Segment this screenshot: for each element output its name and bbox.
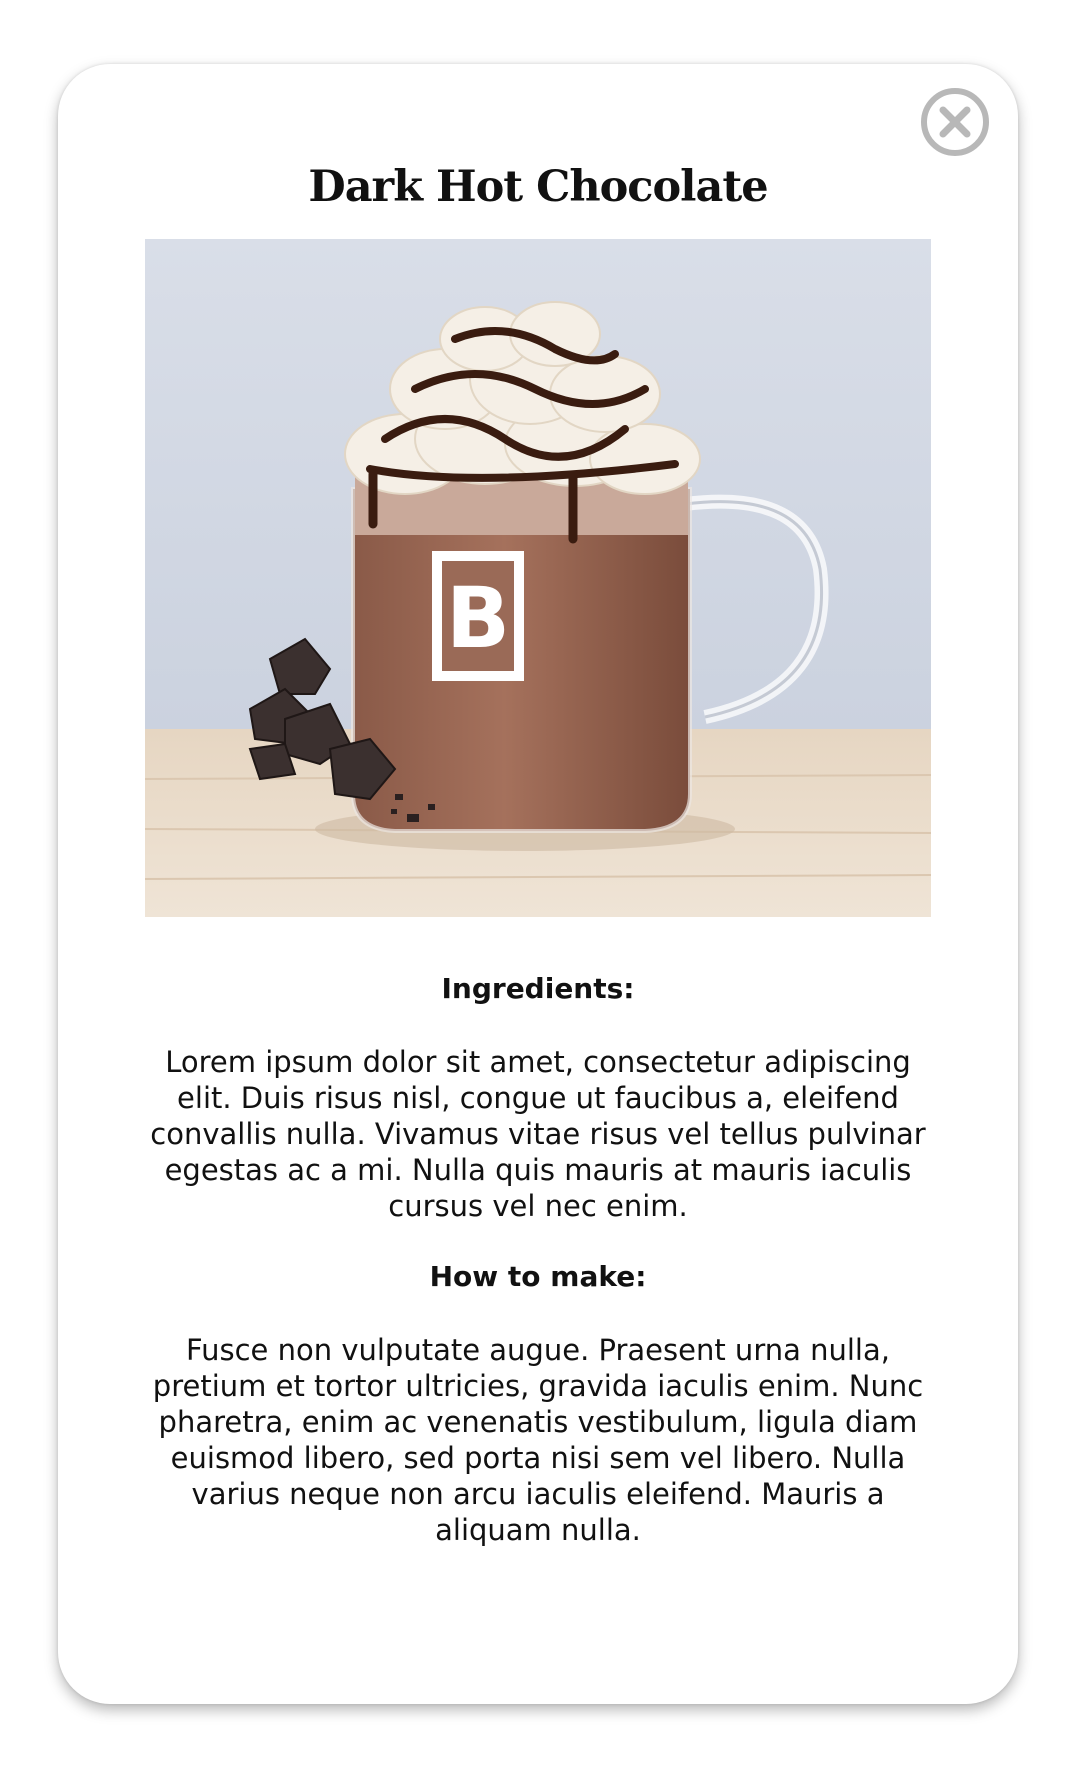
close-button[interactable] bbox=[920, 87, 990, 157]
recipe-title: Dark Hot Chocolate bbox=[308, 162, 768, 212]
how-to-make-heading: How to make: bbox=[429, 1260, 647, 1293]
close-circle-icon bbox=[921, 88, 989, 156]
ingredients-heading: Ingredients: bbox=[441, 972, 635, 1005]
ingredients-text: Lorem ipsum dolor sit amet, consectetur … bbox=[150, 1045, 926, 1223]
how-to-make-text: Fusce non vulputate augue. Praesent urna… bbox=[152, 1333, 924, 1547]
recipe-photo: B bbox=[145, 239, 931, 917]
mug-logo-letter: B bbox=[446, 569, 510, 667]
recipe-card: Dark Hot Chocolate B Ingredients: Lorem … bbox=[58, 64, 1018, 1704]
